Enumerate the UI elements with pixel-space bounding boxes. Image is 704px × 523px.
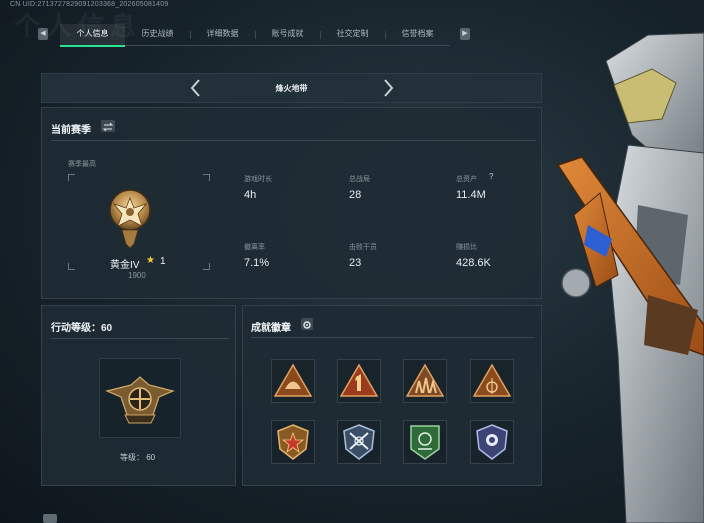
season-best-label: 赛季最高 [68, 161, 96, 168]
stat-value: 7.1% [244, 257, 270, 269]
season-title-rule [51, 140, 536, 141]
rank-points: 1900 [128, 271, 146, 280]
stat-value: 23 [349, 257, 362, 269]
stat-value: 28 [349, 189, 362, 201]
tab-prev-button[interactable]: ◀ [38, 28, 48, 40]
tab-history[interactable]: 历史战绩 [125, 24, 190, 46]
stat-label: 赚损比 [456, 244, 477, 251]
season-title: 当前赛季 [51, 125, 91, 136]
season-switch-button[interactable] [101, 120, 115, 132]
tab-credit[interactable]: 信誉档案 [385, 24, 450, 46]
tab-bar: ◀ 个人信息 历史战绩 详细数据 账号成就 社交定制 信誉档案 ▶ [38, 24, 474, 47]
rank-star-icon: ★ [146, 255, 155, 266]
police-shield-badge-icon [476, 424, 508, 460]
badge-slot[interactable] [470, 359, 514, 403]
action-level-title: 行动等级：60 [51, 323, 113, 334]
action-level-rule [51, 338, 229, 339]
badge-slot[interactable] [403, 359, 447, 403]
help-icon[interactable]: ? [489, 172, 493, 181]
tab-profile[interactable]: 个人信息 [60, 24, 125, 47]
badge-slot[interactable] [271, 420, 315, 464]
tab-next-button[interactable]: ▶ [460, 28, 470, 40]
mode-label: 烽火地带 [275, 84, 308, 93]
soldiers-triangle-badge-icon [405, 363, 445, 397]
stat-label: 游戏时长 [244, 176, 272, 183]
stat-label: 撤离率 [244, 244, 265, 251]
stat-value: 11.4M [456, 189, 486, 201]
action-level-panel: 行动等级：60 等级： 60 [41, 305, 236, 486]
helmet-triangle-badge-icon [273, 363, 313, 397]
stat-value: 4h [244, 189, 257, 201]
tab-divider [320, 31, 321, 39]
gold-rank-emblem-icon [109, 189, 151, 249]
badge-slot[interactable] [403, 420, 447, 464]
stat-label: 总资产 [456, 176, 477, 183]
tab-social[interactable]: 社交定制 [320, 24, 385, 46]
target-triangle-badge-icon [472, 363, 512, 397]
tab-details[interactable]: 详细数据 [190, 24, 255, 46]
crossed-rifles-shield-badge-icon [343, 424, 375, 460]
badges-title: 成就徽章 [251, 323, 291, 334]
mode-next-arrow-icon[interactable] [380, 78, 396, 98]
stat-label: 击败干员 [349, 244, 377, 251]
bottom-keyhint-icon [43, 514, 57, 523]
stat-value: 428.6K [456, 257, 491, 269]
badge-slot[interactable] [271, 359, 315, 403]
tab-achievements[interactable]: 账号成就 [255, 24, 320, 46]
green-emblem-shield-badge-icon [410, 425, 440, 460]
achievement-badges-panel: 成就徽章 [242, 305, 542, 486]
stat-label: 总战局 [349, 176, 370, 183]
tab-divider [385, 31, 386, 39]
badge-slot[interactable] [470, 420, 514, 464]
level-caption: 等级： 60 [120, 453, 156, 462]
star-shield-badge-icon [277, 424, 309, 460]
badges-settings-button[interactable] [301, 318, 313, 330]
level-winged-emblem-icon [105, 376, 175, 424]
tab-divider [255, 31, 256, 39]
swap-icon [102, 122, 114, 132]
character-render-image [556, 32, 704, 523]
gear-icon [303, 321, 311, 329]
badges-title-rule [251, 337, 535, 338]
tab-divider [190, 31, 191, 39]
mode-switcher: 烽火地带 [41, 73, 542, 103]
rank-stars: 1 [160, 256, 166, 267]
level-emblem-frame [99, 358, 181, 438]
number-one-triangle-badge-icon [339, 363, 379, 397]
rank-name: 黄金IV [110, 260, 140, 271]
current-season-panel: 当前赛季 赛季最高 黄金IV ★ 1 1900 游戏时长 4h 总战局 28 总… [41, 107, 542, 299]
badge-slot[interactable] [337, 359, 381, 403]
badge-slot[interactable] [337, 420, 381, 464]
